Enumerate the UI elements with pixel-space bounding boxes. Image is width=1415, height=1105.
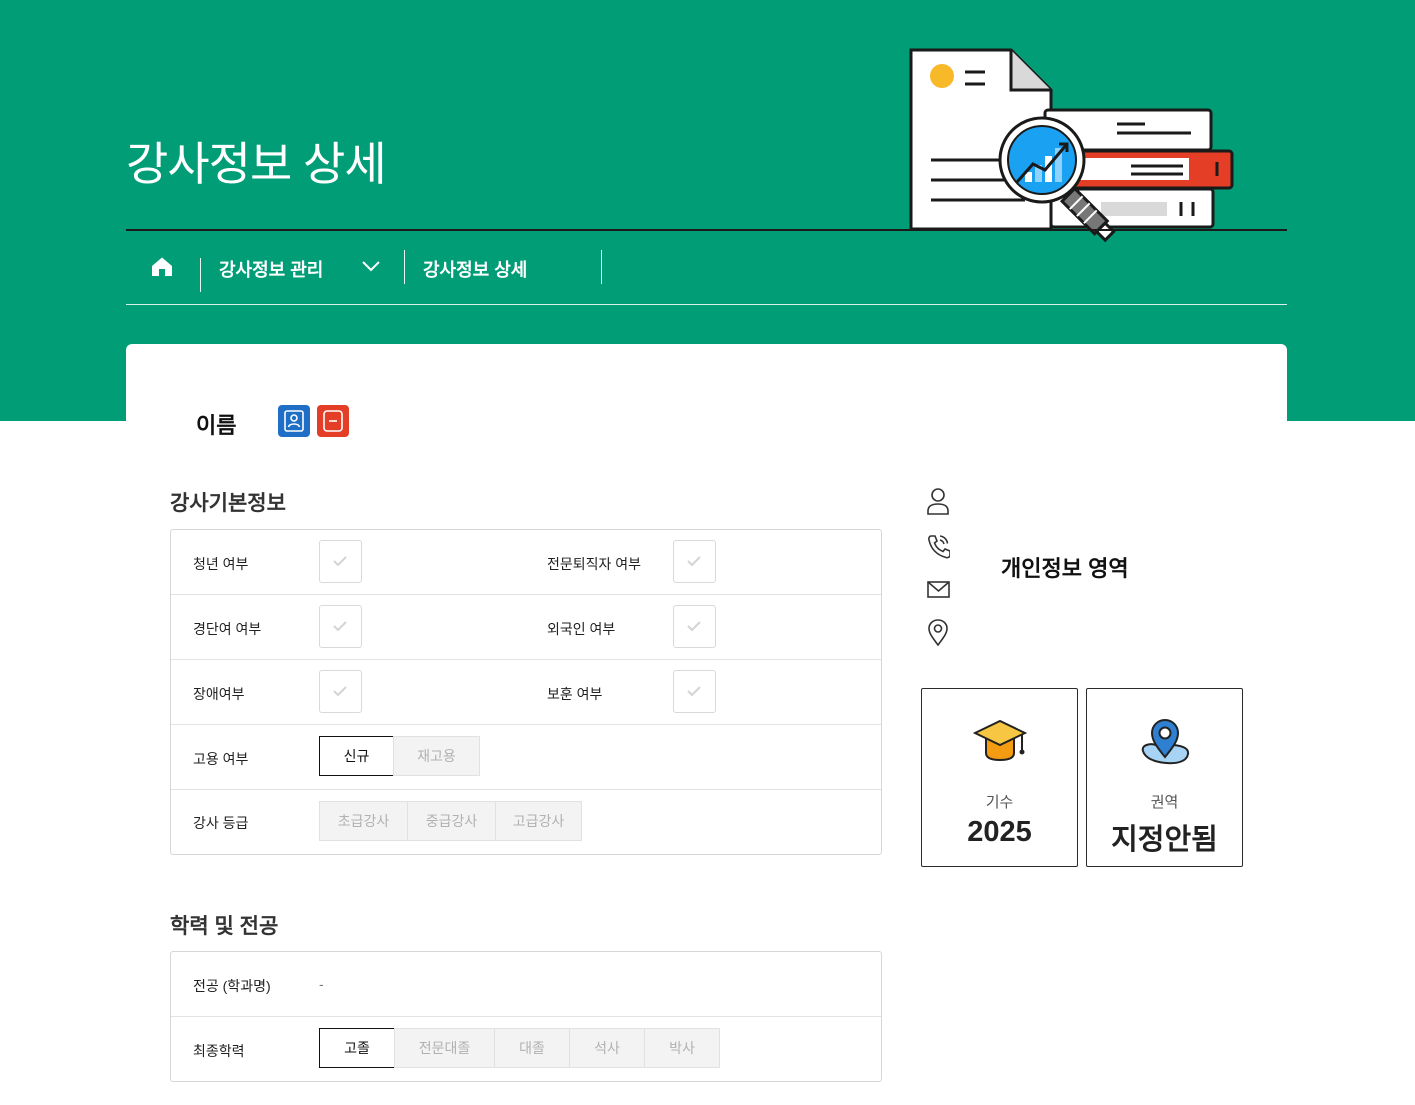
career-break-checkbox[interactable] xyxy=(319,605,362,648)
breadcrumb-item-current: 강사정보 상세 xyxy=(423,260,528,280)
mail-icon xyxy=(927,581,950,598)
degree-option-doctorate[interactable]: 박사 xyxy=(644,1028,720,1068)
degree-option-college[interactable]: 전문대졸 xyxy=(394,1028,495,1068)
table-row: 경단여 여부 외국인 여부 xyxy=(171,594,881,659)
chevron-down-icon[interactable] xyxy=(360,256,382,276)
disability-label: 장애여부 xyxy=(193,686,245,702)
cohort-value: 2025 xyxy=(967,816,1032,848)
veteran-checkbox[interactable] xyxy=(673,670,716,713)
youth-label: 청년 여부 xyxy=(193,556,249,572)
id-card-button[interactable] xyxy=(278,405,310,437)
breadcrumb-bottom-line xyxy=(126,304,1287,305)
home-icon[interactable] xyxy=(150,255,174,279)
breadcrumb-item-instructor-management[interactable]: 강사정보 관리 xyxy=(219,256,323,282)
page-title: 강사정보 상세 xyxy=(126,138,387,190)
region-label: 권역 xyxy=(1150,794,1179,811)
table-row: 강사 등급 초급강사 중급강사 고급강사 xyxy=(171,789,881,854)
phone-icon xyxy=(928,535,950,559)
check-icon xyxy=(687,686,701,697)
breadcrumb-separator xyxy=(404,250,405,284)
check-icon xyxy=(687,556,701,567)
region-card: 권역 지정안됨 xyxy=(1086,688,1243,867)
cohort-card: 기수 2025 xyxy=(921,688,1078,867)
basic-info-title: 강사기본정보 xyxy=(170,492,286,515)
basic-info-table: 청년 여부 전문퇴직자 여부 경단여 여부 외국인 여부 장애여부 보훈 여부 … xyxy=(170,529,882,855)
grade-option-senior[interactable]: 고급강사 xyxy=(495,801,582,841)
employment-label: 고용 여부 xyxy=(193,751,249,767)
disability-checkbox[interactable] xyxy=(319,670,362,713)
breadcrumb-separator xyxy=(200,258,201,292)
document-search-illustration xyxy=(909,48,1234,243)
table-row: 장애여부 보훈 여부 xyxy=(171,659,881,724)
check-icon xyxy=(687,621,701,632)
table-row: 청년 여부 전문퇴직자 여부 xyxy=(171,530,881,594)
youth-checkbox[interactable] xyxy=(319,540,362,583)
employment-option-rehire[interactable]: 재고용 xyxy=(393,736,480,776)
degree-option-master[interactable]: 석사 xyxy=(569,1028,645,1068)
personal-info-area: 개인정보 영역 xyxy=(1001,556,1129,581)
region-value: 지정안됨 xyxy=(1111,824,1218,856)
major-value: - xyxy=(319,976,324,992)
education-title: 학력 및 전공 xyxy=(170,915,279,938)
degree-option-high-school[interactable]: 고졸 xyxy=(319,1028,395,1068)
check-icon xyxy=(333,556,347,567)
location-pin-icon xyxy=(928,619,948,646)
grade-label: 강사 등급 xyxy=(193,815,249,831)
remove-button[interactable] xyxy=(317,405,349,437)
employment-option-new[interactable]: 신규 xyxy=(319,736,394,776)
retired-expert-label: 전문퇴직자 여부 xyxy=(547,556,642,572)
table-row: 최종학력 고졸 전문대졸 대졸 석사 박사 xyxy=(171,1016,881,1081)
grade-option-intermediate[interactable]: 중급강사 xyxy=(407,801,496,841)
foreigner-checkbox[interactable] xyxy=(673,605,716,648)
minus-square-icon xyxy=(323,410,343,432)
check-icon xyxy=(333,686,347,697)
major-label: 전공 (학과명) xyxy=(193,978,271,994)
retired-expert-checkbox[interactable] xyxy=(673,540,716,583)
breadcrumb-separator xyxy=(601,250,602,284)
degree-label: 최종학력 xyxy=(193,1043,245,1059)
degree-option-bachelor[interactable]: 대졸 xyxy=(494,1028,570,1068)
check-icon xyxy=(333,621,347,632)
career-break-label: 경단여 여부 xyxy=(193,621,262,637)
header-divider xyxy=(126,229,1287,231)
education-table: 전공 (학과명) - 최종학력 고졸 전문대졸 대졸 석사 박사 xyxy=(170,951,882,1082)
cohort-label: 기수 xyxy=(985,794,1014,811)
map-pin-icon xyxy=(1141,718,1189,765)
graduation-cap-icon xyxy=(972,719,1027,762)
veteran-label: 보훈 여부 xyxy=(547,686,603,702)
grade-option-junior[interactable]: 초급강사 xyxy=(319,801,408,841)
table-row: 고용 여부 신규 재고용 xyxy=(171,724,881,789)
user-icon xyxy=(927,488,949,515)
id-card-icon xyxy=(284,410,304,432)
instructor-name: 이름 xyxy=(196,413,237,438)
foreigner-label: 외국인 여부 xyxy=(547,621,616,637)
table-row: 전공 (학과명) - xyxy=(171,952,881,1016)
